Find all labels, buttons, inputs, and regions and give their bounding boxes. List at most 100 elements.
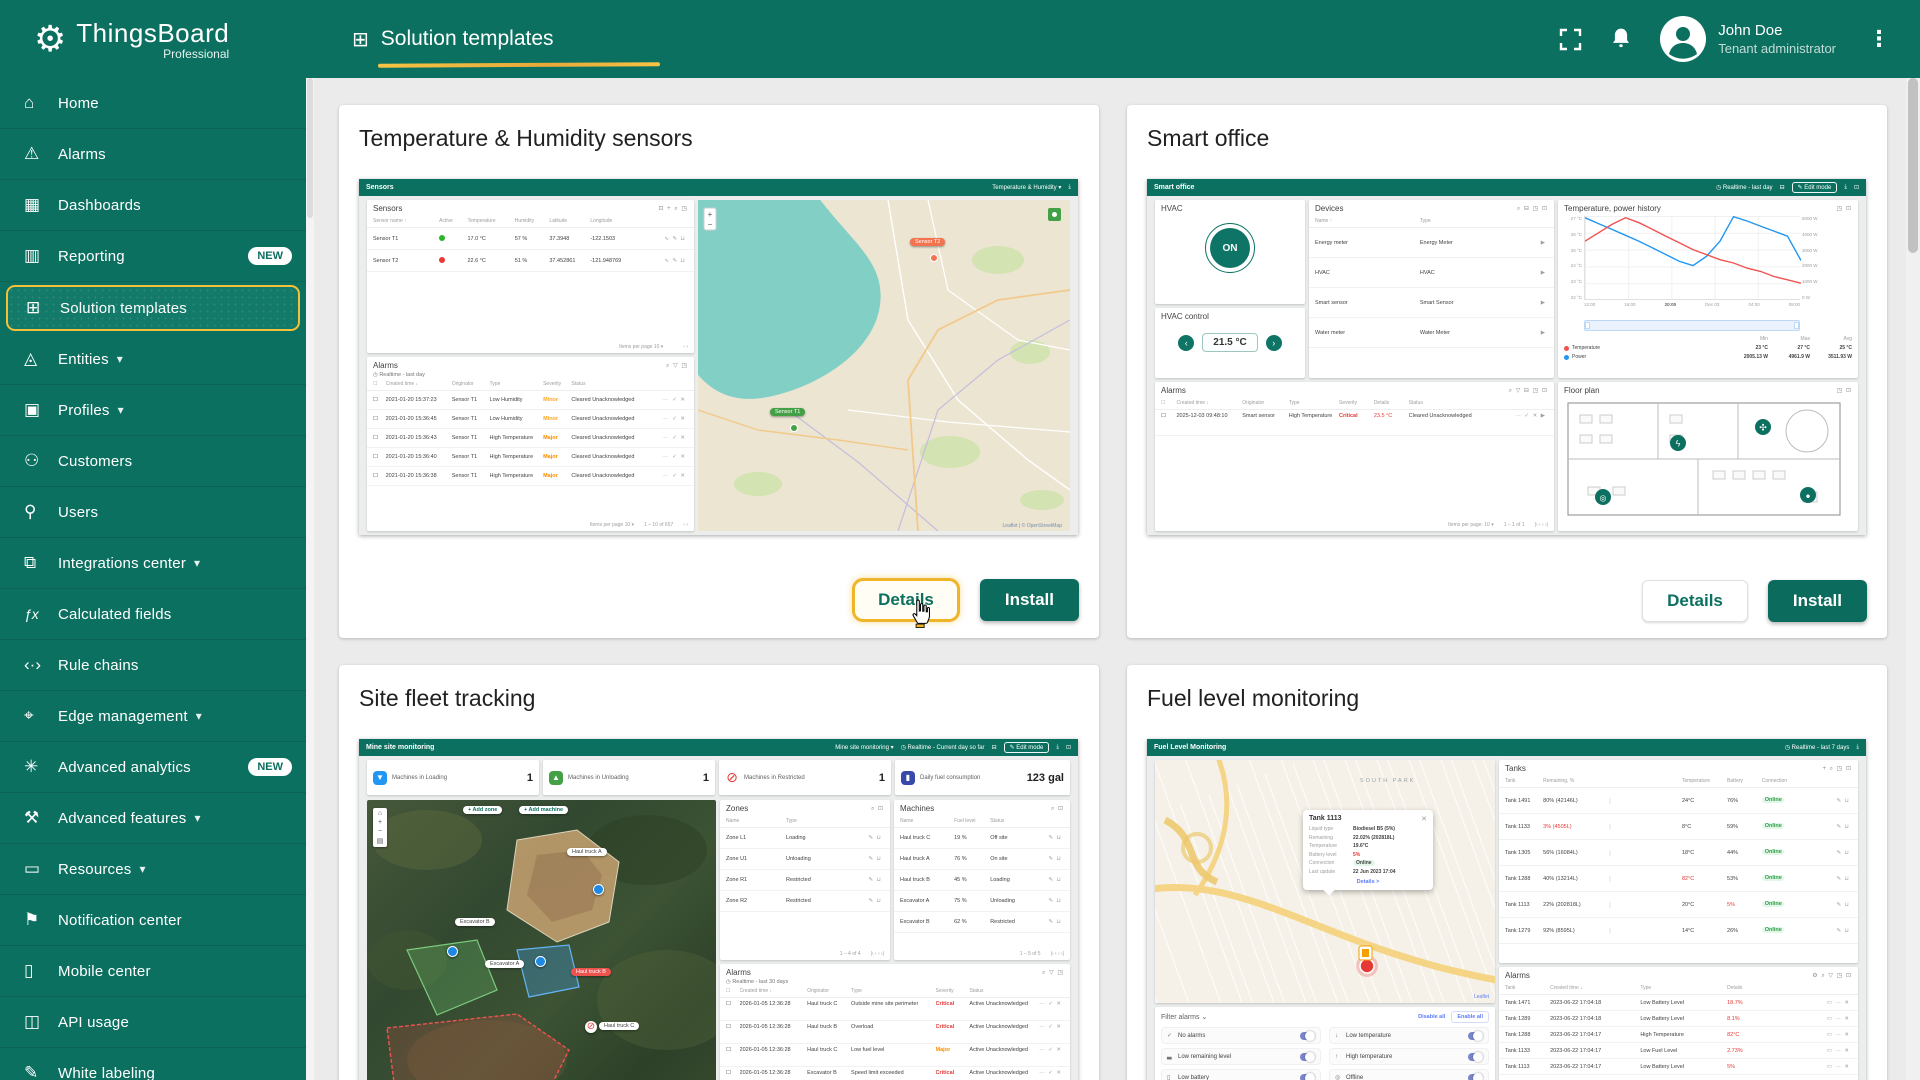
sidebar-item[interactable]: Notification center xyxy=(0,895,306,946)
alarm-toggle-row: ▃ Low remaining level xyxy=(1161,1048,1321,1065)
disable-all-link: Disable all xyxy=(1418,1014,1445,1020)
sidebar-nav: Home Alarms Dashboards Reporting xyxy=(0,78,306,1080)
sidebar-item[interactable]: Rule chains xyxy=(0,640,306,691)
sidebar-item[interactable]: Reporting NEW xyxy=(0,231,306,282)
grid-icon: ⊞ xyxy=(352,27,369,52)
sidebar-item-icon xyxy=(24,1063,58,1080)
sensor-row: Sensor T1 17.0 °C 57 % 37.3948 -122.1503… xyxy=(367,228,694,250)
restricted-marker: ⊘ xyxy=(585,1021,597,1033)
sidebar-item[interactable]: Customers xyxy=(0,436,306,487)
sidebar-item-icon xyxy=(24,144,58,164)
ack-icons: ⋯ ✓ ✕ xyxy=(1030,1047,1064,1054)
tank-row: Tank 1491 80% (42146L) 24°C 76% Online ✎… xyxy=(1499,788,1858,814)
download-icon: ⤓ xyxy=(1856,744,1859,751)
map-marker-label: Sensor T1 xyxy=(770,408,805,416)
alarm-row: ☐ 2021-01-20 15:36:40 Sensor T1 High Tem… xyxy=(367,448,694,467)
sidebar-item-icon xyxy=(24,400,58,420)
dash-title: Mine site monitoring xyxy=(366,744,434,751)
svg-text:−: − xyxy=(708,220,713,229)
sidebar-item[interactable]: Profiles ▾ xyxy=(0,385,306,436)
ack-icons: ⋯ ✓ ✕ xyxy=(1030,1001,1064,1008)
sidebar-item[interactable]: Edge management ▾ xyxy=(0,691,306,742)
toggle-row-icon: ↑ xyxy=(1335,1054,1346,1060)
sidebar-item-label: Customers xyxy=(58,453,132,470)
sidebar-item-label: Profiles xyxy=(58,402,110,419)
sidebar-item[interactable]: White labeling xyxy=(0,1048,306,1080)
add-zone-button: + Add zone xyxy=(463,806,502,814)
cast-icon: ⊟ xyxy=(1780,184,1785,191)
alarms-panel: Alarms⌕ ▽ ◳ ◷ Realtime - last day ☐ Crea… xyxy=(367,357,694,531)
sensors-panel: Sensors⊡ + ⌕ ◳ Sensor name ↑ Active Temp… xyxy=(367,200,694,353)
device-row: HVAC HVAC ▶ xyxy=(1309,258,1554,288)
top-header: ⚙ ThingsBoard Professional ⊞ Solution te… xyxy=(0,0,1920,78)
alarm-row: ☐ 2026-01-05 12:36:28 Excavator B Speed … xyxy=(720,1067,1070,1080)
decrease-button: ‹ xyxy=(1178,335,1194,351)
ack-icons: ⋯ ✓ ✕ xyxy=(647,416,688,422)
popup-row: Last update 22 Jun 2023 17:04 xyxy=(1309,869,1427,875)
alarm-row: ☐ 2025-12-03 09:48:10 Smart sensor High … xyxy=(1155,410,1554,436)
machine-label: Excavator B xyxy=(455,918,495,926)
sensors-map: + − Leaflet | © OpenStreetMap Sensor T2 … xyxy=(698,200,1070,531)
toggle-switch xyxy=(1468,1032,1483,1040)
sidebar-item[interactable]: Mobile center xyxy=(0,946,306,997)
notifications-bell-icon[interactable] xyxy=(1610,27,1632,51)
sidebar-item-icon xyxy=(24,604,58,624)
temp-line xyxy=(1585,218,1801,284)
thingsboard-logo[interactable]: ⚙ ThingsBoard Professional xyxy=(0,18,306,61)
machine-row: Excavator A 75 % Unloading ✎ ⊔ xyxy=(894,891,1070,912)
sidebar-item[interactable]: Entities ▾ xyxy=(0,334,306,385)
machines-panel: Machines⌕ ⊡ Name Fuel level Status Haul … xyxy=(894,800,1070,960)
install-button[interactable]: Install xyxy=(980,579,1079,621)
map-zoom-control: ⌂+−▤ xyxy=(373,808,387,847)
sidebar-item-icon xyxy=(24,195,58,215)
alarm-row: Tank 1471 2023-06-22 17:04:18 Low Batter… xyxy=(1499,995,1858,1011)
sidebar-item[interactable]: Integrations center ▾ xyxy=(0,538,306,589)
active-dot xyxy=(439,257,445,263)
sidebar-item[interactable]: Alarms xyxy=(0,129,306,180)
row-action-icons: ∿ ✎ ⊔ xyxy=(644,236,688,242)
chart-plot xyxy=(1584,216,1800,300)
ack-icons: ⋯ ✓ ✕ xyxy=(647,473,688,479)
zone-row: Zone L1 Loading ✎ ⊔ xyxy=(720,828,890,849)
user-menu[interactable]: John Doe Tenant administrator xyxy=(1660,16,1836,62)
y-tick: 24 °C xyxy=(1562,263,1582,268)
details-button[interactable]: Details xyxy=(1642,580,1748,622)
alarm-row: Tank 1113 2023-06-22 17:04:17 Low Batter… xyxy=(1499,1059,1858,1075)
sidebar-item[interactable]: API usage xyxy=(0,997,306,1048)
sidebar-item[interactable]: Resources ▾ xyxy=(0,844,306,895)
x-tick: 12:00 xyxy=(1584,302,1595,307)
sidebar-item[interactable]: Users xyxy=(0,487,306,538)
sidebar-item-icon xyxy=(24,502,58,522)
alarm-row: ☐ 2021-01-20 15:36:43 Sensor T1 High Tem… xyxy=(367,429,694,448)
floor-plan-panel: Floor plan◳ ⊡ xyxy=(1558,382,1858,531)
kpi-machines-unloading: Machines in Unloading1 xyxy=(543,760,715,795)
row-action-icons: ✎ ⊔ xyxy=(846,856,884,862)
sidebar-item[interactable]: Dashboards xyxy=(0,180,306,231)
row-action-icons: ✎ ⊔ xyxy=(1034,898,1064,904)
sidebar-item[interactable]: Advanced features ▾ xyxy=(0,793,306,844)
fullscreen-icon[interactable] xyxy=(1559,28,1582,51)
sidebar-item[interactable]: Calculated fields xyxy=(0,589,306,640)
sidebar-item[interactable]: Solution templates xyxy=(6,285,300,331)
sidebar-item[interactable]: Advanced analytics NEW xyxy=(0,742,306,793)
y-tick: 22 °C xyxy=(1562,295,1582,300)
kebab-menu-icon[interactable]: ⋮ xyxy=(1864,26,1894,52)
download-icon: ⤓ xyxy=(1056,744,1059,751)
sidebar-item-icon xyxy=(24,1012,58,1032)
sidebar-scrollbar[interactable] xyxy=(306,78,314,1080)
install-button[interactable]: Install xyxy=(1768,580,1867,622)
alarm-row: ☐ 2021-01-20 15:36:45 Sensor T1 Low Humi… xyxy=(367,410,694,429)
filter-alarms-label: Filter alarms ⌄ xyxy=(1161,1013,1207,1021)
mine-site-map: + Add zone + Add machine Haul truck A Ex… xyxy=(367,800,716,1080)
y-tick: 4000 W xyxy=(1802,232,1820,237)
toggle-switch xyxy=(1300,1053,1315,1061)
sidebar-item-label: Notification center xyxy=(58,912,182,929)
fuel-icon xyxy=(901,771,915,785)
main-scrollbar[interactable] xyxy=(1906,78,1920,1080)
chat-ack-icons: ▭ ⋯ ✕ xyxy=(1769,1032,1852,1038)
sidebar-item[interactable]: Home xyxy=(0,78,306,129)
row-action-icons: ✎ ⊔ xyxy=(1807,876,1852,882)
alarm-row: Tank 1288 2023-06-22 17:04:17 High Tempe… xyxy=(1499,1027,1858,1043)
dashboard-preview: Fuel Level Monitoring ◷ Realtime - last … xyxy=(1147,739,1866,1080)
hvac-panel: HVAC ON xyxy=(1155,200,1305,304)
